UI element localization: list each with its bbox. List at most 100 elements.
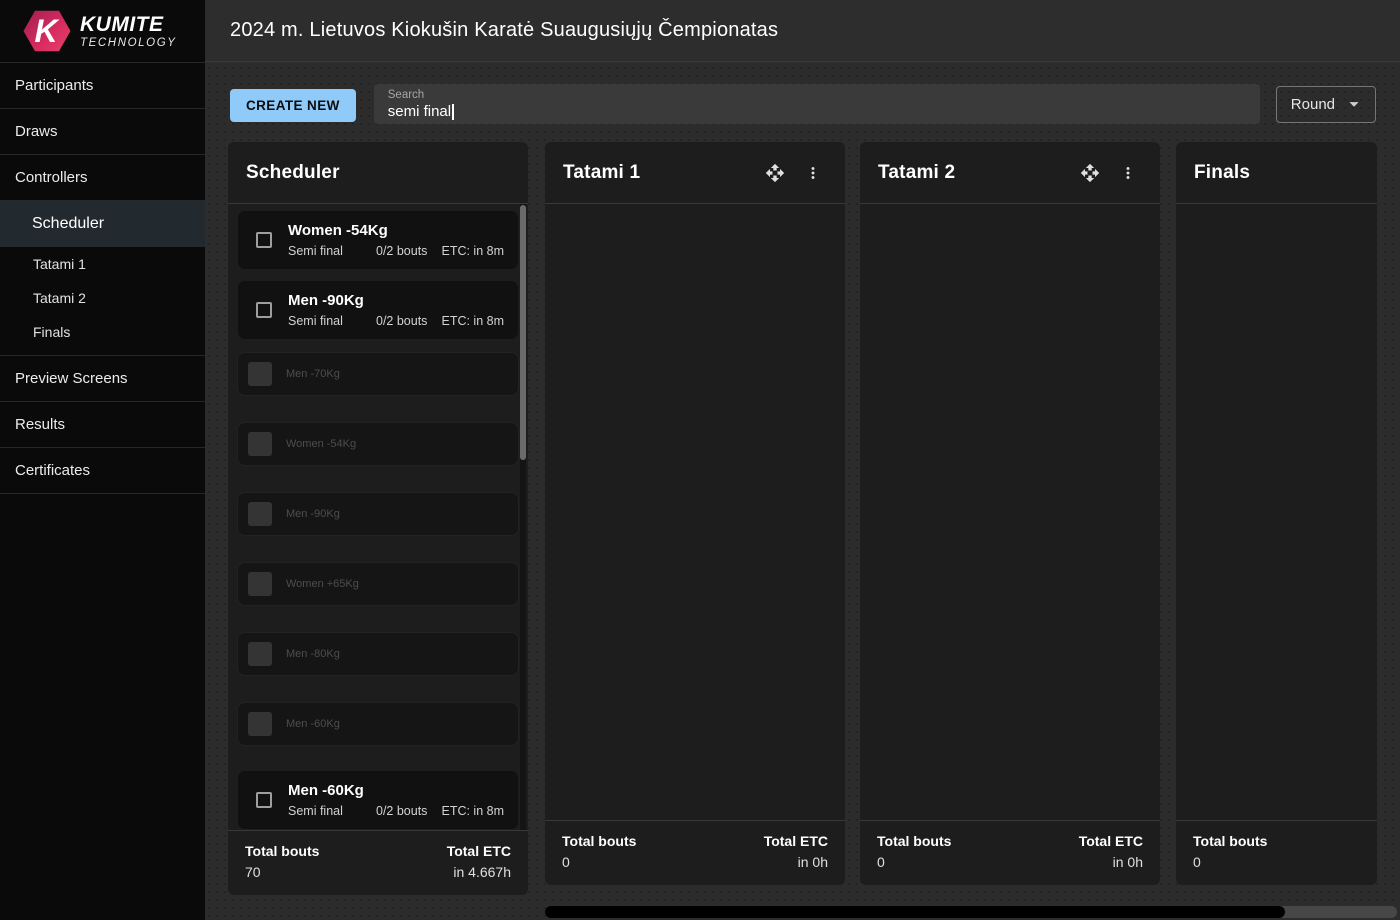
scheduler-title: Scheduler xyxy=(246,162,340,184)
card-checkbox-disabled xyxy=(248,642,272,666)
controllers-subgroup: Scheduler Tatami 1 Tatami 2 Finals xyxy=(0,201,205,356)
sidebar: K KUMITE TECHNOLOGY Participants Draws C… xyxy=(0,0,205,920)
main-area: 2024 m. Lietuvos Kiokušin Karatė Suaugus… xyxy=(205,0,1400,920)
horizontal-scrollbar-thumb[interactable] xyxy=(545,906,1285,918)
sidebar-item-finals[interactable]: Finals xyxy=(0,315,205,349)
sidebar-item-tatami-2[interactable]: Tatami 2 xyxy=(0,281,205,315)
card-etc: ETC: in 8m xyxy=(441,314,504,328)
tatami-1-dropzone[interactable] xyxy=(545,204,845,820)
card-checkbox[interactable] xyxy=(256,302,272,318)
total-bouts-value: 0 xyxy=(877,854,951,870)
scheduler-column: Scheduler Women -54Kg Semi final 0/2 bou… xyxy=(228,142,528,895)
sidebar-item-scheduler[interactable]: Scheduler xyxy=(0,201,205,247)
tatami-2-column: Tatami 2 Total bouts 0 xyxy=(860,142,1160,885)
round-dropdown-label: Round xyxy=(1291,96,1335,113)
sidebar-item-tatami-1[interactable]: Tatami 1 xyxy=(0,247,205,281)
app-header: 2024 m. Lietuvos Kiokušin Karatė Suaugus… xyxy=(205,0,1400,62)
card-checkbox-disabled xyxy=(248,712,272,736)
total-bouts-value: 70 xyxy=(245,864,319,880)
card-title: Women +65Kg xyxy=(286,578,359,590)
finals-column: Finals Total bouts 0 xyxy=(1176,142,1377,885)
tatami-2-title: Tatami 2 xyxy=(878,162,955,184)
caret-down-icon xyxy=(1343,93,1365,115)
tatami-2-dropzone[interactable] xyxy=(860,204,1160,820)
tatami-2-footer: Total bouts 0 Total ETC in 0h xyxy=(860,820,1160,885)
card-etc: ETC: in 8m xyxy=(441,804,504,818)
card-title: Men -60Kg xyxy=(288,782,504,799)
total-etc-label: Total ETC xyxy=(447,843,511,859)
tatami-1-column: Tatami 1 Total bouts 0 xyxy=(545,142,845,885)
card-title: Women -54Kg xyxy=(286,438,356,450)
sidebar-item-participants[interactable]: Participants xyxy=(0,63,205,109)
horizontal-scrollbar-track[interactable] xyxy=(545,906,1397,918)
scheduler-card-disabled[interactable]: Men -70Kg xyxy=(237,352,519,396)
sidebar-item-certificates[interactable]: Certificates xyxy=(0,448,205,494)
round-dropdown[interactable]: Round xyxy=(1276,86,1376,123)
total-bouts-label: Total bouts xyxy=(245,843,319,859)
card-checkbox-disabled xyxy=(248,572,272,596)
search-input-value: semi final xyxy=(388,103,451,120)
sidebar-nav: Participants Draws Controllers Scheduler… xyxy=(0,63,205,494)
search-input[interactable]: Search semi final xyxy=(374,84,1260,124)
total-bouts-label: Total bouts xyxy=(562,833,636,849)
card-round: Semi final xyxy=(288,804,376,818)
scheduler-card-women-54[interactable]: Women -54Kg Semi final 0/2 bouts ETC: in… xyxy=(237,210,519,270)
total-bouts-label: Total bouts xyxy=(1193,833,1267,849)
card-bouts: 0/2 bouts xyxy=(376,244,441,258)
tatami-1-header: Tatami 1 xyxy=(545,142,845,204)
app-window: K KUMITE TECHNOLOGY Participants Draws C… xyxy=(0,0,1400,920)
card-checkbox-disabled xyxy=(248,432,272,456)
brand-logo: K KUMITE TECHNOLOGY xyxy=(0,0,205,63)
create-new-button[interactable]: CREATE NEW xyxy=(230,89,356,122)
card-bouts: 0/2 bouts xyxy=(376,314,441,328)
move-icon[interactable] xyxy=(761,159,789,187)
scheduler-card-men-60[interactable]: Men -60Kg Semi final 0/2 bouts ETC: in 8… xyxy=(237,770,519,830)
card-title: Women -54Kg xyxy=(288,222,504,239)
sidebar-item-results[interactable]: Results xyxy=(0,402,205,448)
card-checkbox-disabled xyxy=(248,502,272,526)
scheduler-card-list: Women -54Kg Semi final 0/2 bouts ETC: in… xyxy=(228,204,528,830)
card-checkbox[interactable] xyxy=(256,232,272,248)
finals-header: Finals xyxy=(1176,142,1377,204)
total-etc-label: Total ETC xyxy=(1079,833,1143,849)
total-etc-value: in 0h xyxy=(764,854,828,870)
toolbar: CREATE NEW Search semi final Round xyxy=(230,84,1376,124)
total-bouts-label: Total bouts xyxy=(877,833,951,849)
card-title: Men -90Kg xyxy=(286,508,340,520)
scheduler-footer: Total bouts 70 Total ETC in 4.667h xyxy=(228,830,528,895)
card-title: Men -80Kg xyxy=(286,648,340,660)
tatami-1-footer: Total bouts 0 Total ETC in 0h xyxy=(545,820,845,885)
columns-area: Scheduler Women -54Kg Semi final 0/2 bou… xyxy=(228,142,1377,895)
scheduler-scrollbar-thumb[interactable] xyxy=(520,205,526,460)
scheduler-card-disabled[interactable]: Men -90Kg xyxy=(237,492,519,536)
scheduler-card-disabled[interactable]: Women -54Kg xyxy=(237,422,519,466)
total-bouts-value: 0 xyxy=(1193,854,1267,870)
card-title: Men -60Kg xyxy=(286,718,340,730)
more-vert-icon[interactable] xyxy=(799,159,827,187)
tatami-1-title: Tatami 1 xyxy=(563,162,640,184)
scheduler-card-disabled[interactable]: Women +65Kg xyxy=(237,562,519,606)
scheduler-header: Scheduler xyxy=(228,142,528,204)
sidebar-item-draws[interactable]: Draws xyxy=(0,109,205,155)
text-cursor xyxy=(452,104,454,120)
sidebar-item-preview-screens[interactable]: Preview Screens xyxy=(0,356,205,402)
card-title: Men -90Kg xyxy=(288,292,504,309)
total-etc-value: in 4.667h xyxy=(447,864,511,880)
tatami-2-header: Tatami 2 xyxy=(860,142,1160,204)
finals-column-clip: Finals Total bouts 0 xyxy=(1176,142,1377,885)
scheduler-card-men-90[interactable]: Men -90Kg Semi final 0/2 bouts ETC: in 8… xyxy=(237,280,519,340)
total-bouts-value: 0 xyxy=(562,854,636,870)
card-etc: ETC: in 8m xyxy=(441,244,504,258)
card-round: Semi final xyxy=(288,314,376,328)
card-title: Men -70Kg xyxy=(286,368,340,380)
more-vert-icon[interactable] xyxy=(1114,159,1142,187)
total-etc-value: in 0h xyxy=(1079,854,1143,870)
move-icon[interactable] xyxy=(1076,159,1104,187)
card-checkbox[interactable] xyxy=(256,792,272,808)
scheduler-card-disabled[interactable]: Men -80Kg xyxy=(237,632,519,676)
finals-title: Finals xyxy=(1194,162,1250,184)
scheduler-card-disabled[interactable]: Men -60Kg xyxy=(237,702,519,746)
finals-dropzone[interactable] xyxy=(1176,204,1377,820)
brand-hexagon-icon: K xyxy=(22,9,72,53)
sidebar-item-controllers[interactable]: Controllers xyxy=(0,155,205,201)
